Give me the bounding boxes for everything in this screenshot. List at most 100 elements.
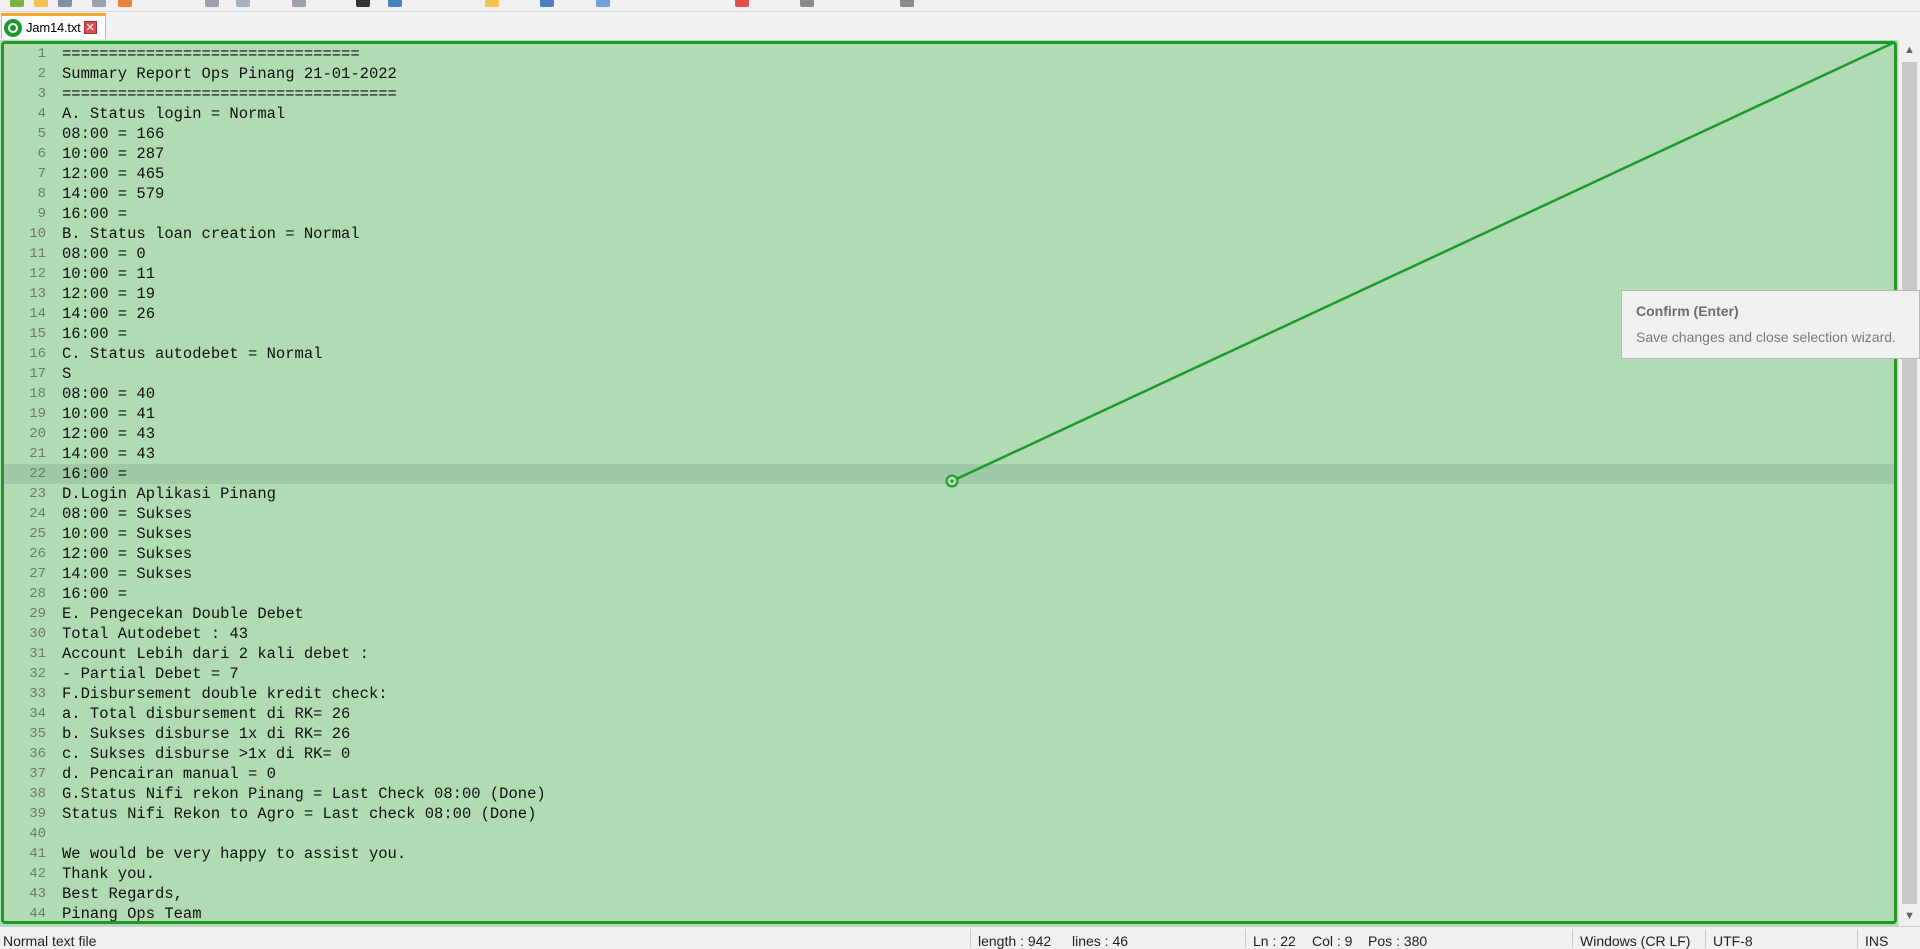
code-line[interactable]: 16:00 =	[62, 324, 1894, 344]
editor[interactable]: 1 2 3 4 5 6 7 8 9 10 11 12 13 14 15 16 17 18 19 20 21 22 23 24 2…	[0, 40, 1920, 926]
code-line[interactable]: 14:00 = 26	[62, 304, 1894, 324]
code-line[interactable]: Best Regards,	[62, 884, 1894, 904]
code-line[interactable]: 08:00 = 0	[62, 244, 1894, 264]
line-number[interactable]: 13	[4, 284, 56, 304]
code-line[interactable]: ====================================	[62, 84, 1894, 104]
line-number[interactable]: 30	[4, 624, 56, 644]
toolbar-save-icon[interactable]	[58, 0, 72, 7]
code-line[interactable]: We would be very happy to assist you.	[62, 844, 1894, 864]
code-line[interactable]: Summary Report Ops Pinang 21-01-2022	[62, 64, 1894, 84]
line-number[interactable]: 38	[4, 784, 56, 804]
line-number[interactable]: 2	[4, 64, 56, 84]
line-number[interactable]: 26	[4, 544, 56, 564]
line-number[interactable]: 37	[4, 764, 56, 784]
line-number[interactable]: 14	[4, 304, 56, 324]
toolbar-find-icon[interactable]	[356, 0, 370, 7]
toolbar-open-icon[interactable]	[34, 0, 48, 7]
toolbar-indent-icon[interactable]	[596, 0, 610, 7]
scroll-down-icon[interactable]: ▼	[1899, 906, 1920, 926]
line-number-gutter[interactable]: 1 2 3 4 5 6 7 8 9 10 11 12 13 14 15 16 17 18 19 20 21 22 23 24 2…	[4, 44, 56, 924]
line-number[interactable]: 15	[4, 324, 56, 344]
line-number[interactable]: 19	[4, 404, 56, 424]
code-line[interactable]: Total Autodebet : 43	[62, 624, 1894, 644]
line-number[interactable]: 42	[4, 864, 56, 884]
code-line[interactable]: Status Nifi Rekon to Agro = Last check 0…	[62, 804, 1894, 824]
toolbar-cut-icon[interactable]	[205, 0, 219, 7]
code-line[interactable]: b. Sukses disburse 1x di RK= 26	[62, 724, 1894, 744]
code-line[interactable]: - Partial Debet = 7	[62, 664, 1894, 684]
code-line[interactable]: a. Total disbursement di RK= 26	[62, 704, 1894, 724]
line-number[interactable]: 7	[4, 164, 56, 184]
text-area[interactable]: ================================ Summary …	[62, 44, 1894, 924]
code-line[interactable]: F.Disbursement double kredit check:	[62, 684, 1894, 704]
code-line[interactable]: 10:00 = 41	[62, 404, 1894, 424]
line-number[interactable]: 5	[4, 124, 56, 144]
scroll-up-icon[interactable]: ▲	[1899, 40, 1920, 60]
line-number[interactable]: 3	[4, 84, 56, 104]
code-line[interactable]: c. Sukses disburse >1x di RK= 0	[62, 744, 1894, 764]
vertical-scrollbar[interactable]: ▲ ▼	[1898, 40, 1920, 926]
line-number[interactable]: 43	[4, 884, 56, 904]
line-number[interactable]: 21	[4, 444, 56, 464]
scrollbar-thumb[interactable]	[1902, 62, 1917, 904]
code-line[interactable]: Account Lebih dari 2 kali debet :	[62, 644, 1894, 664]
code-line[interactable]: B. Status loan creation = Normal	[62, 224, 1894, 244]
toolbar-plugin-icon[interactable]	[900, 0, 914, 7]
line-number[interactable]: 44	[4, 904, 56, 924]
code-line[interactable]: 12:00 = Sukses	[62, 544, 1894, 564]
code-line[interactable]: 14:00 = Sukses	[62, 564, 1894, 584]
code-line[interactable]: 14:00 = 579	[62, 184, 1894, 204]
line-number[interactable]: 22	[4, 464, 56, 484]
code-line[interactable]: 10:00 = Sukses	[62, 524, 1894, 544]
line-number[interactable]: 10	[4, 224, 56, 244]
toolbar-wrap-icon[interactable]	[540, 0, 554, 7]
toolbar-undo-icon[interactable]	[292, 0, 306, 7]
line-number[interactable]: 9	[4, 204, 56, 224]
toolbar-copy-icon[interactable]	[236, 0, 250, 7]
code-line[interactable]: 14:00 = 43	[62, 444, 1894, 464]
code-line[interactable]: 08:00 = 40	[62, 384, 1894, 404]
line-number[interactable]: 16	[4, 344, 56, 364]
toolbar-new-icon[interactable]	[10, 0, 24, 7]
toolbar-macro-icon[interactable]	[735, 0, 749, 7]
line-number[interactable]: 18	[4, 384, 56, 404]
code-line[interactable]: Pinang Ops Team	[62, 904, 1894, 924]
code-line[interactable]: 10:00 = 11	[62, 264, 1894, 284]
code-line[interactable]: 16:00 =	[62, 584, 1894, 604]
line-number[interactable]: 32	[4, 664, 56, 684]
toolbar-print-icon[interactable]	[118, 0, 132, 7]
toolbar-zoom-icon[interactable]	[388, 0, 402, 7]
line-number[interactable]: 25	[4, 524, 56, 544]
code-line[interactable]: G.Status Nifi rekon Pinang = Last Check …	[62, 784, 1894, 804]
line-number[interactable]: 39	[4, 804, 56, 824]
line-number[interactable]: 41	[4, 844, 56, 864]
toolbar-sync-icon[interactable]	[485, 0, 499, 7]
code-line[interactable]: D.Login Aplikasi Pinang	[62, 484, 1894, 504]
code-line[interactable]: 12:00 = 465	[62, 164, 1894, 184]
code-line[interactable]: C. Status autodebet = Normal	[62, 344, 1894, 364]
line-number[interactable]: 12	[4, 264, 56, 284]
line-number[interactable]: 11	[4, 244, 56, 264]
code-line[interactable]: E. Pengecekan Double Debet	[62, 604, 1894, 624]
line-number[interactable]: 4	[4, 104, 56, 124]
line-number[interactable]: 31	[4, 644, 56, 664]
line-number[interactable]: 23	[4, 484, 56, 504]
code-line[interactable]: 16:00 =	[62, 464, 1894, 484]
line-number[interactable]: 28	[4, 584, 56, 604]
line-number[interactable]: 6	[4, 144, 56, 164]
code-line[interactable]: 08:00 = Sukses	[62, 504, 1894, 524]
line-number[interactable]: 36	[4, 744, 56, 764]
line-number[interactable]: 35	[4, 724, 56, 744]
line-number[interactable]: 27	[4, 564, 56, 584]
line-number[interactable]: 40	[4, 824, 56, 844]
code-line[interactable]: ================================	[62, 44, 1894, 64]
line-number[interactable]: 29	[4, 604, 56, 624]
code-line[interactable]: 16:00 =	[62, 204, 1894, 224]
code-line[interactable]: 12:00 = 19	[62, 284, 1894, 304]
code-line[interactable]	[62, 824, 1894, 844]
line-number[interactable]: 20	[4, 424, 56, 444]
code-line[interactable]: A. Status login = Normal	[62, 104, 1894, 124]
toolbar-run-icon[interactable]	[800, 0, 814, 7]
tab-close-icon[interactable]: ✕	[83, 21, 97, 34]
code-line[interactable]: S	[62, 364, 1894, 384]
